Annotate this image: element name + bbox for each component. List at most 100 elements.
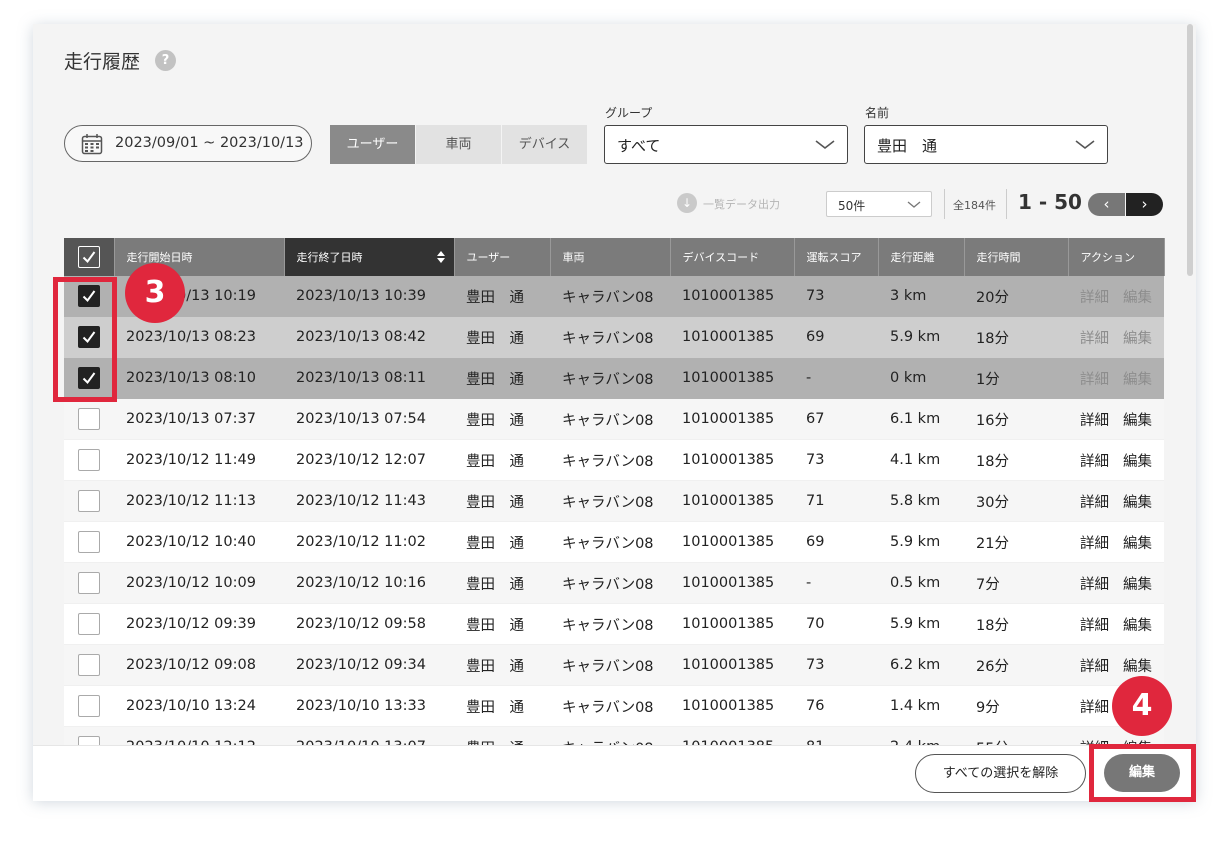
column-duration[interactable]: 走行時間 (964, 238, 1069, 276)
cell-start-time: 2023/10/12 11:49 (114, 439, 284, 481)
name-select-value: 豊田 通 (877, 137, 938, 155)
cell-user: 豊田 通 (454, 316, 550, 358)
column-end-time[interactable]: 走行終了日時 (284, 238, 455, 276)
edit-link[interactable]: 編集 (1123, 372, 1152, 388)
cell-score: 71 (794, 480, 878, 522)
clear-selection-button[interactable]: すべての選択を解除 (915, 754, 1086, 793)
cell-duration: 18分 (964, 439, 1068, 481)
cell-distance: 5.9 km (878, 316, 964, 358)
edit-link[interactable]: 編集 (1123, 331, 1152, 347)
cell-duration: 9分 (964, 685, 1068, 727)
detail-link[interactable]: 詳細 (1080, 577, 1109, 593)
cell-user: 豊田 通 (454, 521, 550, 563)
name-select[interactable]: 豊田 通 (864, 125, 1108, 164)
row-checkbox-cell (64, 644, 114, 686)
next-page-button[interactable]: › (1126, 193, 1163, 216)
cell-distance: 5.9 km (878, 521, 964, 563)
edit-link[interactable]: 編集 (1123, 536, 1152, 552)
cell-vehicle: キャラバン08 (550, 439, 670, 481)
row-checkbox[interactable] (78, 531, 100, 553)
cell-duration: 30分 (964, 480, 1068, 522)
table-row[interactable]: 2023/10/12 10:09 2023/10/12 10:16 豊田 通キャラバ… (64, 562, 1164, 604)
cell-start-time: 2023/10/12 10:09 (114, 562, 284, 604)
page-title: 走行履歴 (64, 51, 141, 73)
table-row[interactable]: 2023/10/12 09:08 2023/10/12 09:34 豊田 通キャラバ… (64, 644, 1164, 686)
edit-link[interactable]: 編集 (1123, 495, 1152, 511)
cell-duration: 1分 (964, 357, 1068, 399)
table-row[interactable]: 2023/10/12 11:13 2023/10/12 11:43 豊田 通キャラバ… (64, 480, 1164, 522)
edit-link[interactable]: 編集 (1123, 618, 1152, 634)
table-row[interactable]: 2023/10/13 10:19 2023/10/13 10:39 豊田 通キャラバ… (64, 276, 1164, 317)
cell-device-code: 1010001385 (670, 439, 794, 481)
table-row[interactable]: 2023/10/12 10:40 2023/10/12 11:02 豊田 通キャラバ… (64, 521, 1164, 563)
cell-end-time: 2023/10/13 08:11 (284, 357, 454, 399)
cell-device-code: 1010001385 (670, 357, 794, 399)
detail-link[interactable]: 詳細 (1080, 495, 1109, 511)
detail-link[interactable]: 詳細 (1080, 331, 1109, 347)
cell-start-time: 2023/10/12 11:13 (114, 480, 284, 522)
detail-link[interactable]: 詳細 (1080, 700, 1109, 716)
cell-duration: 21分 (964, 521, 1068, 563)
detail-link[interactable]: 詳細 (1080, 536, 1109, 552)
row-checkbox[interactable] (78, 654, 100, 676)
table-row[interactable]: 2023/10/12 09:39 2023/10/12 09:58 豊田 通キャラバ… (64, 603, 1164, 645)
table-row[interactable]: 2023/10/13 07:37 2023/10/13 07:54 豊田 通キャラバ… (64, 398, 1164, 440)
cell-score: 76 (794, 685, 878, 727)
divider (1006, 189, 1007, 219)
cell-start-time: 2023/10/12 09:39 (114, 603, 284, 645)
select-all-checkbox[interactable] (77, 246, 100, 268)
detail-link[interactable]: 詳細 (1080, 618, 1109, 634)
detail-link[interactable]: 詳細 (1080, 290, 1109, 306)
tab-user[interactable]: ユーザー (330, 125, 415, 164)
prev-page-button[interactable]: ‹ (1088, 193, 1125, 216)
column-distance[interactable]: 走行距離 (878, 238, 965, 276)
row-checkbox[interactable] (78, 408, 100, 430)
row-checkbox[interactable] (78, 613, 100, 635)
cell-start-time: 2023/10/13 08:23 (114, 316, 284, 358)
cell-end-time: 2023/10/12 09:34 (284, 644, 454, 686)
detail-link[interactable]: 詳細 (1080, 659, 1109, 675)
edit-link[interactable]: 編集 (1123, 413, 1152, 429)
column-device-code[interactable]: デバイスコード (670, 238, 795, 276)
group-select[interactable]: すべて (604, 125, 848, 164)
table-row[interactable]: 2023/10/13 08:23 2023/10/13 08:42 豊田 通キャラバ… (64, 316, 1164, 358)
cell-device-code: 1010001385 (670, 521, 794, 563)
select-all-cell (64, 238, 115, 276)
cell-distance: 0.5 km (878, 562, 964, 604)
cell-score: 73 (794, 439, 878, 481)
cell-score: 69 (794, 316, 878, 358)
table-row[interactable]: 2023/10/10 13:24 2023/10/10 13:33 豊田 通キャラバ… (64, 685, 1164, 727)
detail-link[interactable]: 詳細 (1080, 372, 1109, 388)
divider (944, 189, 945, 219)
detail-link[interactable]: 詳細 (1080, 454, 1109, 470)
tab-device[interactable]: デバイス (502, 125, 587, 164)
cell-vehicle: キャラバン08 (550, 603, 670, 645)
cell-user: 豊田 通 (454, 398, 550, 440)
table-row[interactable]: 2023/10/12 11:49 2023/10/12 12:07 豊田 通キャラバ… (64, 439, 1164, 481)
cell-start-time: 2023/10/12 09:08 (114, 644, 284, 686)
column-user[interactable]: ユーザー (454, 238, 551, 276)
edit-link[interactable]: 編集 (1123, 290, 1152, 306)
column-vehicle[interactable]: 車両 (550, 238, 671, 276)
row-checkbox[interactable] (78, 695, 100, 717)
date-range-picker[interactable]: 2023/09/01 ~ 2023/10/13 (64, 125, 312, 162)
cell-user: 豊田 通 (454, 685, 550, 727)
row-checkbox[interactable] (78, 449, 100, 471)
scrollbar[interactable] (1187, 24, 1193, 276)
column-score[interactable]: 運転スコア (794, 238, 879, 276)
tab-vehicle[interactable]: 車両 (416, 125, 501, 164)
per-page-select[interactable]: 50件 (826, 191, 932, 217)
row-checkbox[interactable] (78, 490, 100, 512)
cell-start-time: 2023/10/10 13:24 (114, 685, 284, 727)
cell-score: 67 (794, 398, 878, 440)
help-icon[interactable]: ? (155, 50, 176, 71)
cell-device-code: 1010001385 (670, 603, 794, 645)
row-checkbox[interactable] (78, 572, 100, 594)
edit-link[interactable]: 編集 (1123, 659, 1152, 675)
detail-link[interactable]: 詳細 (1080, 413, 1109, 429)
table-row[interactable]: 2023/10/13 08:10 2023/10/13 08:11 豊田 通キャラバ… (64, 357, 1164, 399)
cell-distance: 5.8 km (878, 480, 964, 522)
edit-link[interactable]: 編集 (1123, 454, 1152, 470)
edit-link[interactable]: 編集 (1123, 577, 1152, 593)
cell-actions: 詳細編集 (1068, 398, 1164, 440)
